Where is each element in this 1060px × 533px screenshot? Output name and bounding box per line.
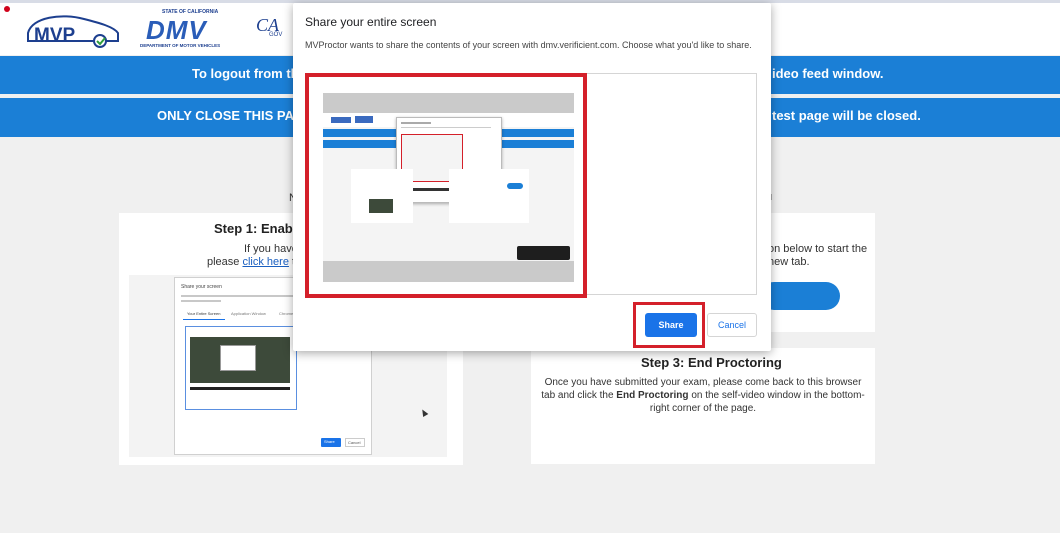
instruction-thumb-popup	[220, 345, 256, 371]
step3-text: Once you have submitted your exam, pleas…	[537, 376, 869, 415]
dialog-description: MVProctor wants to share the contents of…	[305, 40, 752, 50]
entire-screen-thumbnail[interactable]	[323, 93, 574, 282]
step1-line2: please click here to	[207, 255, 301, 269]
thumb-top-bar	[323, 93, 574, 113]
instruction-screen-thumbnail	[185, 326, 297, 410]
dialog-title: Share your entire screen	[305, 15, 437, 29]
share-button[interactable]: Share	[645, 313, 697, 337]
instruction-tab-underline	[183, 319, 225, 320]
thumb-logo-mark	[355, 116, 373, 123]
dmv-logo[interactable]: STATE OF CALIFORNIA DMV DEPARTMENT OF MO…	[140, 9, 236, 51]
step1-line1: If you have	[244, 243, 298, 255]
thumb-nested-line	[401, 127, 491, 128]
start-proctoring-button[interactable]	[760, 282, 840, 310]
thumb-step-pill	[507, 183, 523, 189]
instruction-share-button: Share	[321, 438, 341, 447]
step3-card: Step 3: End Proctoring Once you have sub…	[531, 348, 875, 464]
thumb-step-card	[449, 169, 529, 223]
instruction-desc-line	[181, 300, 221, 302]
thumb-nested-line	[401, 122, 431, 124]
instruction-dialog-title: Share your screen	[181, 284, 222, 290]
end-proctoring-bold: End Proctoring	[616, 390, 689, 401]
entire-screen-option[interactable]	[305, 73, 587, 298]
ca-gov-logo[interactable]: CA GOV	[256, 15, 292, 45]
instruction-cancel-label: Cancel	[348, 440, 361, 445]
mvp-logo[interactable]: MVP	[22, 11, 122, 51]
dmv-logo-bottom: DEPARTMENT OF MOTOR VEHICLES	[140, 43, 221, 48]
instruction-tab: Application Window	[231, 311, 266, 316]
mouse-cursor-icon	[419, 407, 429, 418]
recording-indicator-icon	[4, 6, 10, 12]
logout-banner-right: ideo feed window.	[772, 66, 884, 81]
logout-banner-left: To logout from the	[192, 66, 306, 81]
step2-line1: on below to start the	[768, 243, 868, 255]
step1-title: Step 1: Enable	[214, 221, 304, 236]
step2-line2: new tab.	[768, 256, 810, 268]
close-banner-left: ONLY CLOSE THIS PAGE	[157, 108, 313, 123]
step3-title: Step 3: End Proctoring	[641, 355, 782, 370]
thumb-step-image	[369, 199, 393, 213]
cancel-button[interactable]: Cancel	[707, 313, 757, 337]
instruction-share-label: Share	[324, 439, 335, 444]
thumb-logo-mark	[331, 117, 351, 123]
ca-gov-text: GOV	[269, 32, 283, 38]
share-screen-dialog: Share your entire screen MVProctor wants…	[293, 3, 771, 351]
thumb-step-card	[351, 169, 413, 223]
instruction-cancel-button: Cancel	[345, 438, 365, 447]
close-banner-right: test page will be closed.	[772, 108, 921, 123]
dmv-logo-text: DMV	[146, 15, 207, 45]
step1-line2-pre: please	[207, 256, 240, 268]
instruction-thumb-bar	[190, 387, 290, 390]
click-here-link[interactable]: click here	[242, 256, 288, 268]
thumb-video-widget	[517, 246, 570, 260]
instruction-tab: Your Entire Screen	[187, 311, 221, 316]
thumb-bottom-bar	[323, 261, 574, 282]
mvp-logo-text: MVP	[34, 25, 76, 46]
